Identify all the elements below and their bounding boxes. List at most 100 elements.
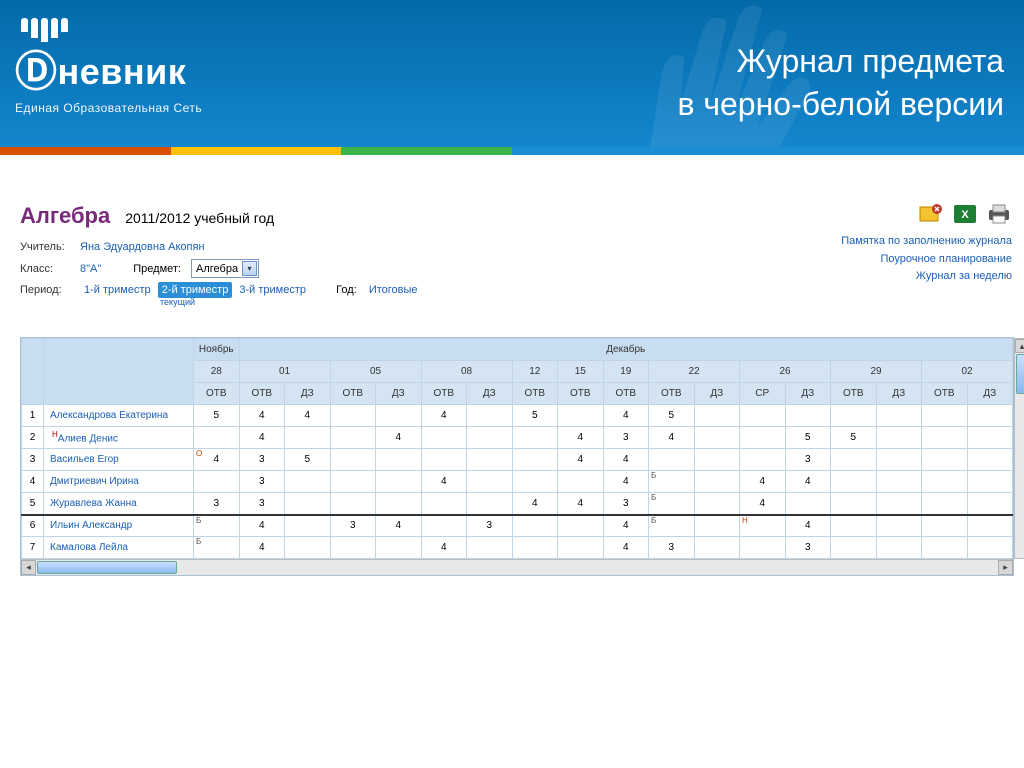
grade-cell[interactable] [467,493,513,515]
link-week[interactable]: Журнал за неделю [841,268,1012,286]
grade-cell[interactable]: 4 [512,493,558,515]
chevron-down-icon[interactable]: ▾ [242,261,257,276]
day-header[interactable]: 29 [831,361,922,383]
scroll-up-arrow[interactable]: ▴ [1015,339,1024,353]
grade-cell[interactable]: О4 [194,449,240,471]
grade-cell[interactable] [922,493,968,515]
grade-cell[interactable] [512,515,558,537]
grade-cell[interactable]: 3 [239,449,285,471]
grade-cell[interactable] [376,493,422,515]
grade-cell[interactable] [694,427,740,449]
grade-cell[interactable]: 3 [649,537,695,559]
grade-cell[interactable]: 4 [603,405,649,427]
student-name[interactable]: Камалова Лейла [44,537,194,559]
grade-cell[interactable] [967,427,1013,449]
grade-cell[interactable]: 4 [239,405,285,427]
period-tab-1[interactable]: 1-й триместр [80,282,155,298]
grade-cell[interactable]: Б [649,493,695,515]
grade-cell[interactable] [421,493,467,515]
teacher-link[interactable]: Яна Эдуардовна Акопян [80,241,205,253]
grade-cell[interactable] [831,537,877,559]
student-name[interactable]: Дмитриевич Ирина [44,471,194,493]
grade-cell[interactable]: 5 [285,449,331,471]
grade-cell[interactable] [876,471,922,493]
grade-cell[interactable] [740,537,786,559]
grade-cell[interactable] [922,537,968,559]
day-header[interactable]: 08 [421,361,512,383]
grade-cell[interactable]: 4 [603,537,649,559]
grade-cell[interactable] [967,405,1013,427]
grade-cell[interactable]: 4 [785,471,831,493]
grade-cell[interactable]: Б [649,471,695,493]
grade-cell[interactable] [694,515,740,537]
grade-cell[interactable]: 5 [649,405,695,427]
day-header[interactable]: 15 [558,361,604,383]
grade-cell[interactable] [876,427,922,449]
grade-cell[interactable] [512,449,558,471]
grade-cell[interactable]: 4 [421,471,467,493]
grade-cell[interactable]: 4 [376,427,422,449]
grade-cell[interactable]: Б [194,515,240,537]
final-link[interactable]: Итоговые [369,284,418,296]
grade-cell[interactable] [967,471,1013,493]
grade-cell[interactable]: 3 [330,515,376,537]
grade-cell[interactable]: 4 [239,537,285,559]
grade-cell[interactable]: 4 [740,493,786,515]
grade-cell[interactable]: 3 [785,449,831,471]
export-excel-icon[interactable]: X [952,203,978,225]
grade-cell[interactable]: 4 [558,449,604,471]
scroll-left-arrow[interactable]: ◂ [21,560,36,575]
grade-cell[interactable] [376,471,422,493]
grade-cell[interactable]: Б [649,515,695,537]
grade-cell[interactable] [694,493,740,515]
grade-cell[interactable]: 3 [467,515,513,537]
grade-cell[interactable] [558,515,604,537]
student-name[interactable]: Ильин Александр [44,515,194,537]
day-header[interactable]: 28 [194,361,240,383]
day-header[interactable]: 05 [330,361,421,383]
grade-cell[interactable]: Б [194,537,240,559]
grade-cell[interactable]: 4 [376,515,422,537]
grade-cell[interactable] [194,427,240,449]
grade-cell[interactable]: 3 [239,493,285,515]
grade-cell[interactable] [421,427,467,449]
grade-cell[interactable] [831,493,877,515]
period-tab-3[interactable]: 3-й триместр [235,282,310,298]
grade-cell[interactable] [285,515,331,537]
grade-cell[interactable] [922,405,968,427]
grade-cell[interactable] [831,405,877,427]
grade-cell[interactable] [967,493,1013,515]
grade-cell[interactable] [376,537,422,559]
grade-cell[interactable] [467,537,513,559]
grade-cell[interactable]: 4 [421,537,467,559]
grade-cell[interactable] [785,493,831,515]
grade-cell[interactable] [694,405,740,427]
grade-cell[interactable] [876,515,922,537]
grade-cell[interactable] [421,449,467,471]
grade-cell[interactable]: 4 [421,405,467,427]
grade-cell[interactable] [376,449,422,471]
grade-cell[interactable] [558,537,604,559]
grade-cell[interactable]: 3 [239,471,285,493]
grade-cell[interactable] [922,427,968,449]
grade-cell[interactable]: 5 [785,427,831,449]
grade-cell[interactable] [512,471,558,493]
grade-cell[interactable] [285,471,331,493]
grade-cell[interactable] [785,405,831,427]
grade-cell[interactable] [740,449,786,471]
grade-cell[interactable]: 3 [785,537,831,559]
grade-cell[interactable] [330,493,376,515]
student-name[interactable]: НАлиев Денис [44,427,194,449]
grade-cell[interactable]: Н [740,515,786,537]
grade-cell[interactable] [876,537,922,559]
grade-cell[interactable] [922,449,968,471]
grade-cell[interactable]: 5 [194,405,240,427]
grade-cell[interactable] [922,515,968,537]
grade-cell[interactable]: 4 [603,449,649,471]
grade-cell[interactable] [831,449,877,471]
grade-cell[interactable] [330,449,376,471]
grade-cell[interactable] [740,427,786,449]
vertical-scrollbar[interactable]: ▴ [1014,338,1024,559]
grade-cell[interactable] [649,449,695,471]
day-header[interactable]: 26 [740,361,831,383]
